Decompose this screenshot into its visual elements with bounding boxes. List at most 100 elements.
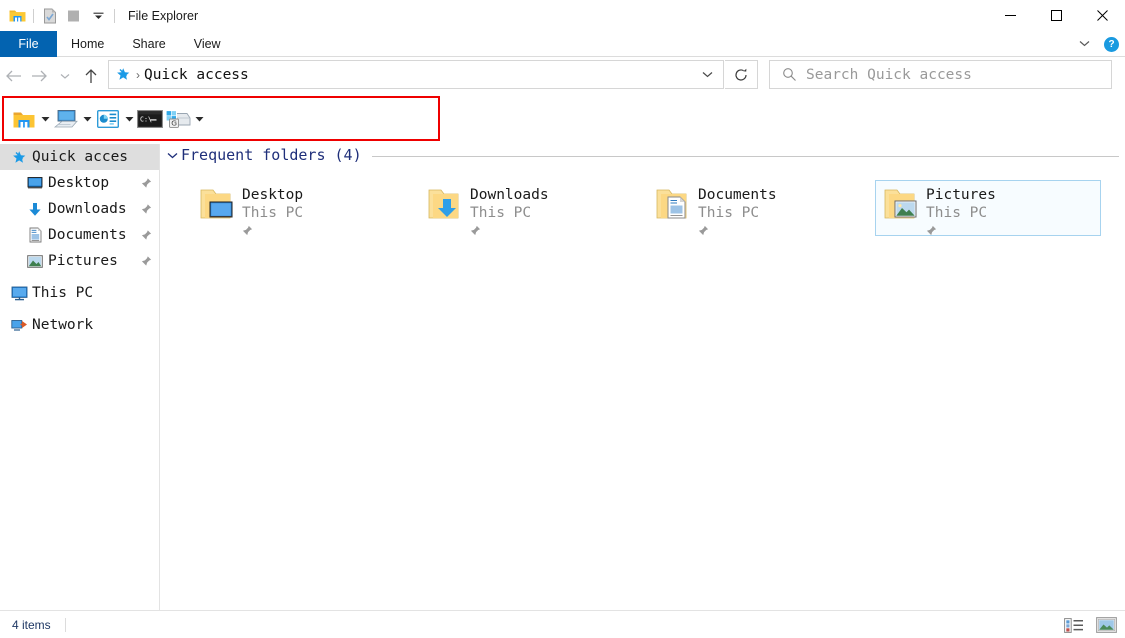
tile-location: This PC bbox=[698, 205, 760, 221]
tile-name: Downloads bbox=[470, 187, 549, 203]
minimize-button[interactable] bbox=[987, 0, 1033, 31]
folder-toolbar-icon[interactable] bbox=[10, 106, 38, 132]
refresh-button[interactable] bbox=[725, 60, 758, 89]
chevron-down-icon[interactable] bbox=[167, 152, 178, 159]
sidebar-label-this-pc: This PC bbox=[32, 285, 94, 301]
forward-button[interactable] bbox=[26, 61, 52, 91]
sidebar-label-network: Network bbox=[32, 317, 94, 333]
tile-downloads[interactable]: Downloads This PC bbox=[419, 180, 643, 236]
toolbar-item-command-prompt[interactable]: C:\ bbox=[136, 106, 164, 132]
sidebar-item-network[interactable]: Network bbox=[0, 312, 159, 338]
tile-text-downloads: Downloads This PC bbox=[470, 186, 549, 241]
command-prompt-toolbar-icon[interactable]: C:\ bbox=[136, 106, 164, 132]
breadcrumb-separator: › bbox=[136, 67, 140, 82]
group-header-frequent-folders[interactable]: Frequent folders (4) bbox=[167, 146, 1119, 164]
window-title: File Explorer bbox=[128, 8, 199, 23]
network-icon bbox=[10, 318, 28, 333]
pin-icon bbox=[141, 204, 152, 215]
folder-desktop-icon bbox=[198, 186, 242, 230]
explorer-icon[interactable] bbox=[6, 5, 28, 27]
new-folder-icon[interactable] bbox=[63, 5, 85, 27]
sidebar-item-downloads[interactable]: Downloads bbox=[0, 196, 159, 222]
up-button[interactable] bbox=[78, 61, 104, 91]
status-divider bbox=[64, 617, 66, 632]
details-view-button[interactable] bbox=[1063, 615, 1085, 635]
control-panel-toolbar-icon[interactable] bbox=[94, 106, 122, 132]
close-button[interactable] bbox=[1079, 0, 1125, 31]
tab-home[interactable]: Home bbox=[57, 31, 118, 57]
toolbar-item-computer[interactable] bbox=[52, 106, 94, 132]
pin-icon bbox=[470, 223, 549, 241]
sidebar-label-downloads: Downloads bbox=[48, 201, 127, 217]
pin-icon bbox=[698, 223, 777, 241]
drive-g-toolbar-icon[interactable]: G bbox=[164, 106, 192, 132]
tile-text-documents: Documents This PC bbox=[698, 186, 777, 241]
sidebar-label-documents: Documents bbox=[48, 227, 127, 243]
tile-name: Pictures bbox=[926, 187, 996, 203]
file-explorer-window: File Explorer File Home Share View ? › Q… bbox=[0, 0, 1125, 638]
sidebar-label-desktop: Desktop bbox=[48, 175, 110, 191]
tile-location: This PC bbox=[242, 205, 304, 221]
tile-text-desktop: Desktop This PC bbox=[242, 186, 303, 241]
qat-separator-2 bbox=[114, 8, 115, 23]
toolbar-item-control-panel[interactable] bbox=[94, 106, 136, 132]
sidebar-item-desktop[interactable]: Desktop bbox=[0, 170, 159, 196]
toolbar-item-drive-g[interactable]: G bbox=[164, 106, 206, 132]
recent-locations-button[interactable] bbox=[52, 61, 78, 91]
tile-location: This PC bbox=[926, 205, 988, 221]
tab-share[interactable]: Share bbox=[118, 31, 179, 57]
sidebar-item-pictures[interactable]: Pictures bbox=[0, 248, 159, 274]
qat-separator-1 bbox=[33, 8, 34, 23]
tile-location: This PC bbox=[470, 205, 532, 221]
toolbar-item-folder[interactable] bbox=[10, 106, 52, 132]
large-icons-view-button[interactable] bbox=[1095, 615, 1117, 635]
sidebar-item-documents[interactable]: Documents bbox=[0, 222, 159, 248]
tile-name: Documents bbox=[698, 187, 777, 203]
breadcrumb-path[interactable]: Quick access bbox=[144, 67, 249, 83]
item-count: 4 items bbox=[12, 617, 51, 632]
ribbon-tabs: File Home Share View ? bbox=[0, 31, 1125, 57]
tile-documents[interactable]: Documents This PC bbox=[647, 180, 871, 236]
maximize-button[interactable] bbox=[1033, 0, 1079, 31]
group-title: Frequent folders (4) bbox=[181, 146, 362, 164]
tile-pictures[interactable]: Pictures This PC bbox=[875, 180, 1101, 236]
quick-access-toolbar bbox=[0, 5, 118, 27]
sidebar-label-pictures: Pictures bbox=[48, 253, 118, 269]
address-dropdown-icon[interactable] bbox=[702, 69, 713, 81]
custom-toolbar: C:\ G bbox=[10, 105, 206, 133]
chevron-down-icon[interactable] bbox=[1073, 38, 1096, 50]
svg-text:C:\: C:\ bbox=[140, 115, 152, 123]
address-bar[interactable]: › Quick access bbox=[108, 60, 724, 89]
sidebar-item-this-pc[interactable]: This PC bbox=[0, 280, 159, 306]
customize-caret[interactable] bbox=[87, 5, 109, 27]
status-bar: 4 items bbox=[0, 610, 1125, 638]
documents-icon bbox=[26, 227, 44, 243]
folder-downloads-icon bbox=[426, 186, 470, 230]
tile-name: Desktop bbox=[242, 187, 304, 203]
group-divider bbox=[371, 155, 1119, 157]
view-buttons bbox=[1063, 611, 1117, 638]
sidebar-item-quick-access[interactable]: Quick acces bbox=[0, 144, 159, 170]
help-icon[interactable]: ? bbox=[1104, 36, 1119, 52]
computer-toolbar-icon[interactable] bbox=[52, 106, 80, 132]
tiles-container: Desktop This PC Downloads This PC Docume… bbox=[191, 180, 1105, 236]
folder-pictures-icon bbox=[882, 186, 926, 230]
tab-file[interactable]: File bbox=[0, 31, 57, 57]
folder-toolbar-caret[interactable] bbox=[38, 106, 52, 132]
navigation-pane: Quick acces Desktop Downloads Documents … bbox=[0, 144, 160, 610]
drive-g-toolbar-caret[interactable] bbox=[192, 106, 206, 132]
thispc-icon bbox=[10, 286, 28, 301]
back-button[interactable] bbox=[0, 61, 26, 91]
tab-view[interactable]: View bbox=[180, 31, 235, 57]
tile-desktop[interactable]: Desktop This PC bbox=[191, 180, 415, 236]
pin-icon bbox=[141, 178, 152, 189]
search-input[interactable]: Search Quick access bbox=[769, 60, 1112, 89]
file-list-pane: Frequent folders (4) Desktop This PC Dow… bbox=[161, 144, 1125, 610]
properties-icon[interactable] bbox=[39, 5, 61, 27]
search-icon bbox=[782, 67, 797, 82]
computer-toolbar-caret[interactable] bbox=[80, 106, 94, 132]
pin-icon bbox=[926, 223, 996, 241]
desktop-icon bbox=[26, 176, 44, 190]
control-panel-toolbar-caret[interactable] bbox=[122, 106, 136, 132]
title-bar: File Explorer bbox=[0, 0, 1125, 31]
